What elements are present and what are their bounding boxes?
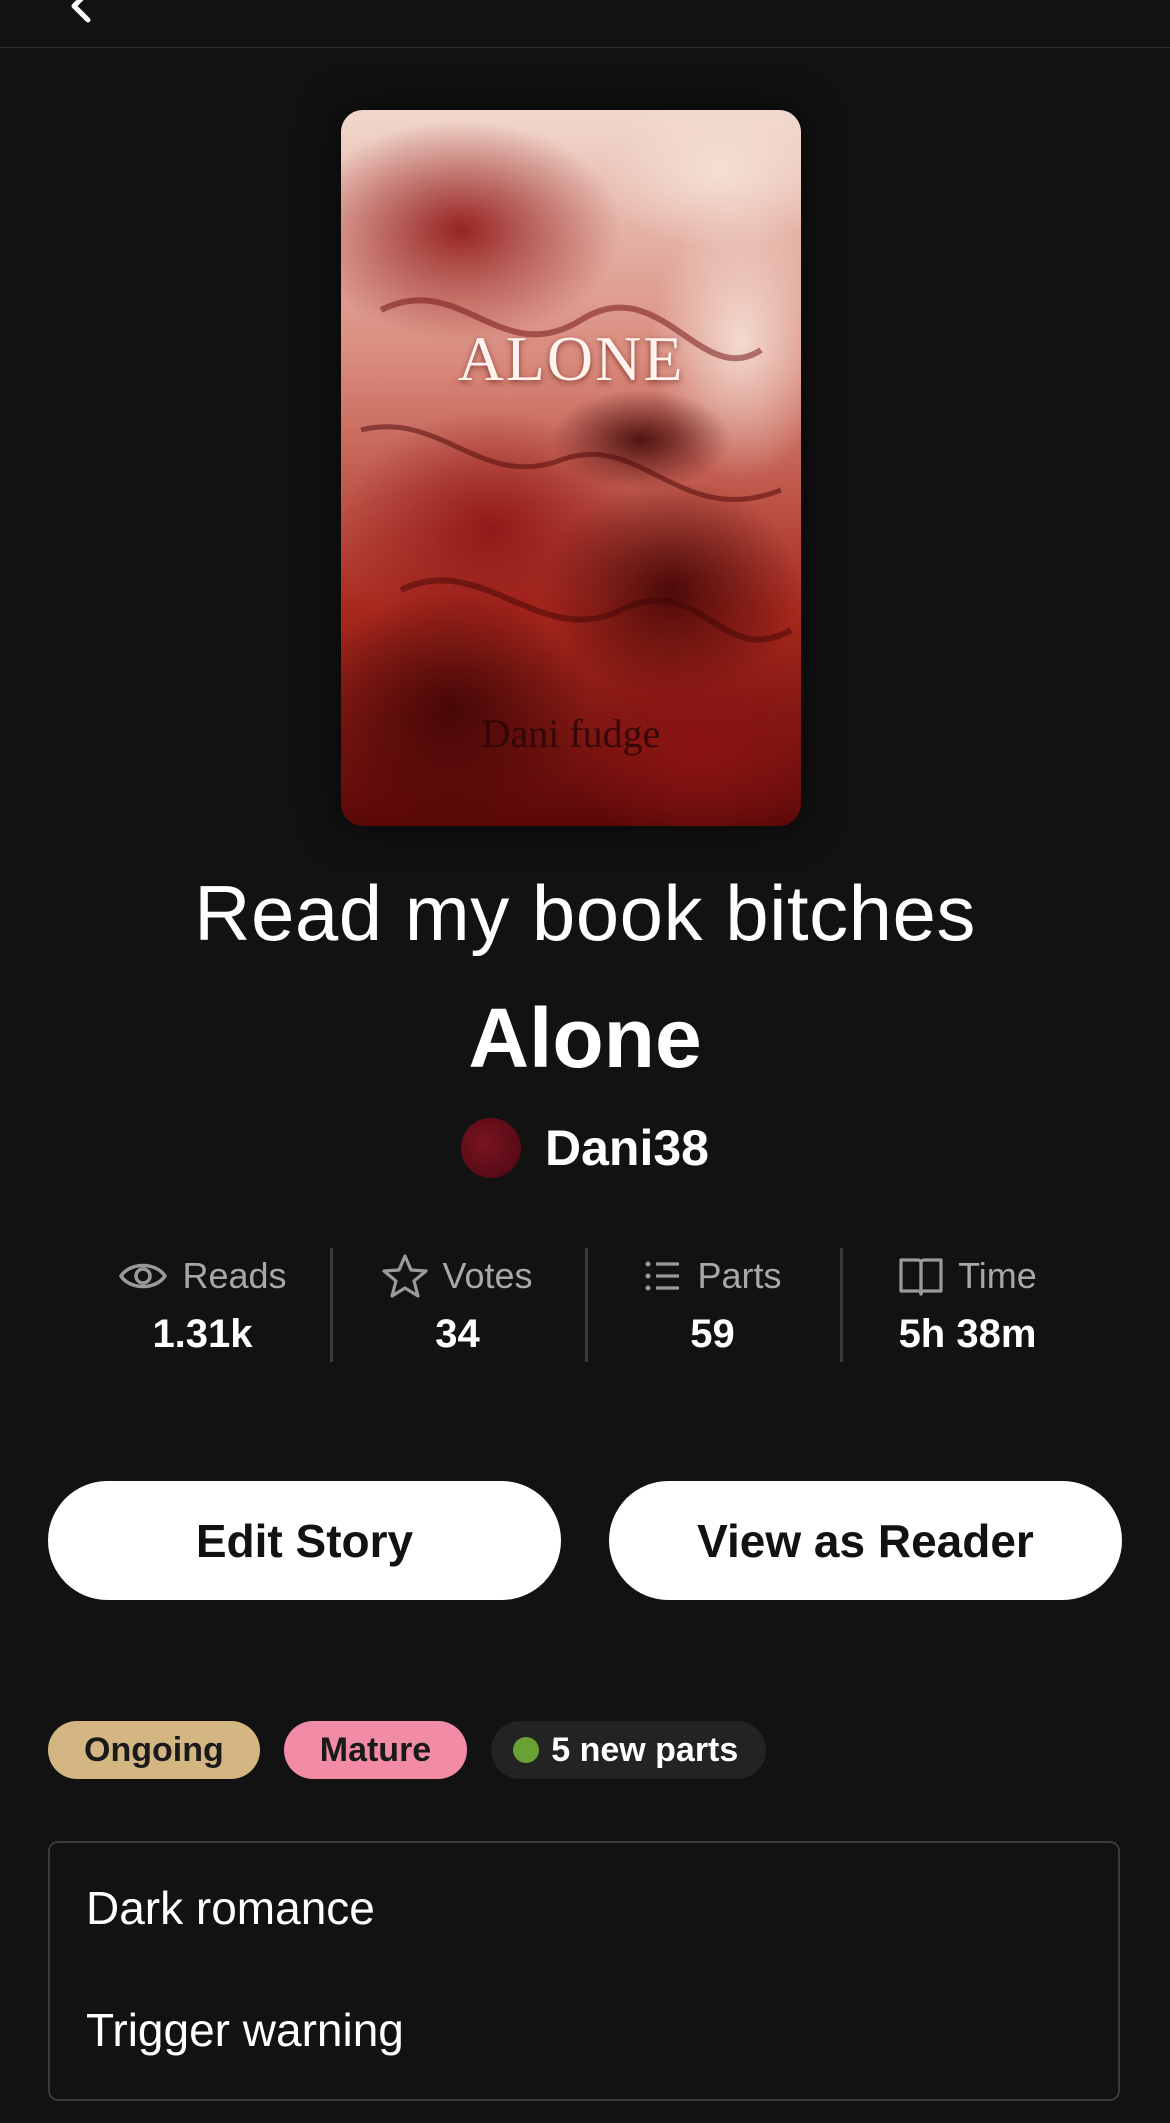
star-icon bbox=[382, 1253, 429, 1299]
stat-parts: Parts 59 bbox=[585, 1248, 840, 1362]
description-line: Trigger warning bbox=[86, 2004, 404, 2056]
chevron-left-icon bbox=[71, 0, 91, 23]
description-line: Dark romance bbox=[86, 1882, 375, 1934]
new-parts-badge: 5 new parts bbox=[491, 1721, 767, 1779]
new-parts-label: 5 new parts bbox=[551, 1730, 739, 1769]
book-icon bbox=[898, 1255, 944, 1297]
view-as-reader-button[interactable]: View as Reader bbox=[609, 1481, 1122, 1600]
stat-label: Time bbox=[958, 1255, 1037, 1296]
stat-votes: Votes 34 bbox=[330, 1248, 585, 1362]
eye-icon bbox=[118, 1256, 168, 1296]
stat-label: Parts bbox=[697, 1255, 782, 1296]
author-link[interactable]: Dani38 bbox=[0, 1118, 1170, 1178]
stat-value: 1.31k bbox=[152, 1312, 253, 1356]
book-cover[interactable]: ALONE Dani fudge bbox=[341, 110, 801, 826]
green-dot-icon bbox=[513, 1737, 540, 1763]
edit-story-button[interactable]: Edit Story bbox=[48, 1481, 561, 1600]
stat-reads: Reads 1.31k bbox=[75, 1248, 330, 1362]
avatar bbox=[461, 1118, 522, 1178]
stat-label: Reads bbox=[182, 1255, 287, 1296]
reading-list-title: Read my book bitches bbox=[194, 869, 976, 957]
story-description[interactable]: Dark romance Trigger warning bbox=[48, 1841, 1120, 2101]
top-bar bbox=[0, 0, 1170, 48]
back-button[interactable] bbox=[62, 0, 102, 26]
list-icon bbox=[643, 1256, 683, 1296]
stat-value: 5h 38m bbox=[898, 1312, 1037, 1356]
stat-value: 59 bbox=[690, 1312, 735, 1356]
story-stats: Reads 1.31k Votes 34 Parts 59 Time 5h 38… bbox=[75, 1248, 1095, 1362]
stat-label: Votes bbox=[442, 1255, 533, 1296]
story-title: Alone bbox=[468, 991, 702, 1085]
cover-title: ALONE bbox=[457, 323, 685, 394]
mature-badge: Mature bbox=[283, 1721, 468, 1779]
cover-author: Dani fudge bbox=[481, 711, 661, 756]
story-tags: Ongoing Mature 5 new parts bbox=[48, 1721, 767, 1779]
stat-time: Time 5h 38m bbox=[840, 1248, 1095, 1362]
stat-value: 34 bbox=[435, 1312, 480, 1356]
status-badge: Ongoing bbox=[48, 1721, 260, 1779]
author-name: Dani38 bbox=[545, 1120, 709, 1176]
